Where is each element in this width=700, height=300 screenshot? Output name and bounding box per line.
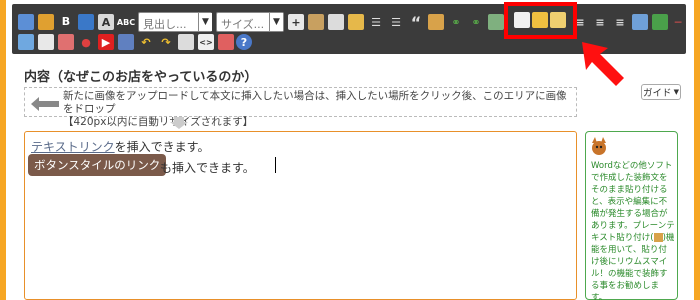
help-icon[interactable]: ?: [236, 34, 252, 50]
chevron-down-icon: ▼: [673, 88, 679, 96]
upload-icon[interactable]: [38, 14, 54, 30]
text-caret: [275, 157, 276, 173]
align-right-icon[interactable]: ≡: [612, 14, 628, 30]
map-pin-icon[interactable]: ●: [78, 34, 94, 50]
chevron-down-icon[interactable]: ▼: [198, 13, 212, 31]
align-center-icon[interactable]: ≡: [592, 14, 608, 30]
mascot-icon: [592, 137, 606, 155]
chevron-down-icon[interactable]: ▼: [269, 13, 283, 31]
insert-image-icon[interactable]: [18, 14, 34, 30]
bulleted-list-icon[interactable]: ☰: [368, 14, 384, 30]
redo-icon[interactable]: ↷: [158, 34, 174, 50]
embed-icon[interactable]: [118, 34, 134, 50]
source-icon[interactable]: <>: [198, 34, 214, 50]
pointer-arrow-icon: [582, 42, 624, 86]
pen-icon[interactable]: [78, 14, 94, 30]
link-icon[interactable]: ⚭: [448, 14, 464, 30]
spellcheck-icon[interactable]: ABC: [116, 14, 136, 30]
section-title: 内容（なぜこのお店をやっているのか）: [24, 70, 258, 85]
content-editor[interactable]: テキストリンクを挿入できます。 ボタンスタイルのリンク も挿入できます。: [24, 131, 577, 300]
comment-icon[interactable]: [328, 14, 344, 30]
numbered-list-icon[interactable]: ☰: [388, 14, 404, 30]
image-drop-zone[interactable]: 新たに画像をアップロードして本文に挿入したい場合は、挿入したい場所をクリック後、…: [24, 87, 577, 128]
editor-line-1-suffix: を挿入できます。: [114, 140, 210, 154]
text-color-icon[interactable]: A: [98, 14, 114, 30]
preview-icon[interactable]: [178, 34, 194, 50]
drop-zone-line2: 【420px以内に自動リサイズされます】: [63, 116, 254, 128]
table-icon[interactable]: [632, 14, 648, 30]
drop-zone-text: 新たに画像をアップロードして本文に挿入したい場合は、挿入したい場所をクリック後、…: [63, 90, 576, 129]
folder-icon[interactable]: [348, 14, 364, 30]
paste-icon[interactable]: [308, 14, 324, 30]
eraser-icon[interactable]: [488, 14, 504, 30]
quote-icon[interactable]: “: [408, 13, 424, 32]
drop-zone-line1: 新たに画像をアップロードして本文に挿入したい場合は、挿入したい場所をクリック後、…: [63, 90, 567, 115]
bold-icon[interactable]: B: [58, 13, 74, 29]
undo-icon[interactable]: ↶: [138, 34, 154, 50]
tip-panel: Wordなどの他ソフトで作成した装飾文をそのまま貼り付けると、表示や編集に不備が…: [585, 131, 678, 300]
paste-plain-inline-icon: [653, 233, 663, 242]
button-style-link[interactable]: ボタンスタイルのリンク: [28, 154, 167, 176]
paste-buttons-highlight: [504, 2, 577, 39]
drop-arrow-icon: [31, 97, 59, 111]
guide-button-label: ガイド: [643, 88, 672, 99]
youtube-icon[interactable]: ▶: [98, 34, 114, 50]
tip-text: Wordなどの他ソフトで作成した装飾文をそのまま貼り付けると、表示や編集に不備が…: [591, 160, 675, 300]
editor-line-2-suffix: も挿入できます。: [160, 161, 255, 175]
image-gallery-icon[interactable]: [18, 34, 34, 50]
horizontal-rule-icon[interactable]: ─: [670, 14, 686, 30]
tip-line-3: )機能を用いて、貼り付け後にリウムスマイル！の機能で装飾する事をお勧めします。: [591, 233, 675, 300]
add-icon[interactable]: +: [288, 14, 304, 30]
copy-icon[interactable]: [428, 14, 444, 30]
unlink-icon[interactable]: ⚭: [468, 14, 484, 30]
gallery-icon[interactable]: [58, 34, 74, 50]
box-icon[interactable]: [652, 14, 668, 30]
clipboard-icon[interactable]: [218, 34, 234, 50]
editor-line-1: テキストリンクを挿入できます。: [31, 138, 209, 155]
chevron-down-icon: [170, 117, 188, 129]
text-link[interactable]: テキストリンク: [31, 140, 115, 154]
guide-button[interactable]: ガイド ▼: [641, 84, 681, 100]
video-icon[interactable]: [38, 34, 54, 50]
